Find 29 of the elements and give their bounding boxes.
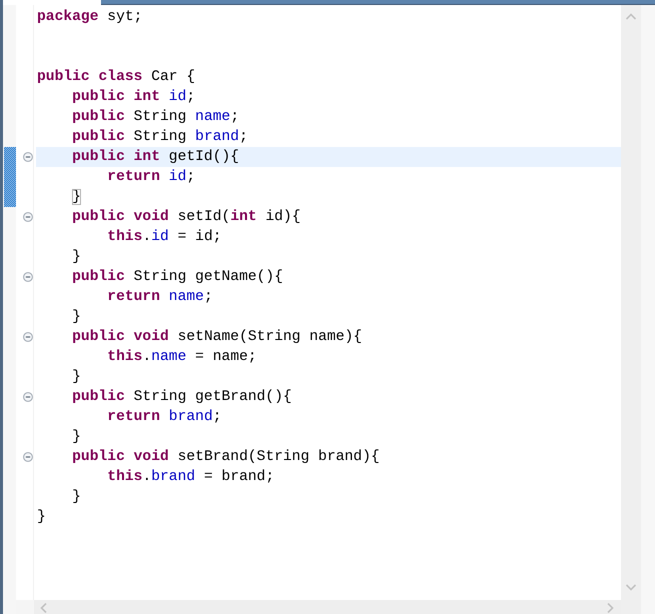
- code-line: public int id;: [72, 88, 196, 107]
- code-line: return name;: [107, 288, 213, 307]
- code-line: public class Car {: [37, 68, 196, 87]
- code-line: public void setName(String name){: [72, 328, 362, 347]
- minus-circle-icon[interactable]: [23, 332, 33, 342]
- code-line: }: [37, 508, 46, 527]
- code-line: }: [72, 488, 81, 507]
- code-line: public int getId(){: [72, 148, 240, 167]
- code-line: }: [72, 248, 81, 267]
- code-line: this.id = id;: [107, 228, 222, 247]
- code-line: this.name = name;: [107, 348, 257, 367]
- code-line: public String name;: [72, 108, 240, 127]
- minus-circle-icon[interactable]: [23, 212, 33, 222]
- code-line: }: [72, 428, 81, 447]
- code-line: public String getBrand(){: [72, 388, 292, 407]
- code-line: public String brand;: [72, 128, 248, 147]
- code-line: this.brand = brand;: [107, 468, 274, 487]
- minus-circle-icon[interactable]: [23, 452, 33, 462]
- code-line: return brand;: [107, 408, 222, 427]
- code-line: }: [72, 308, 81, 327]
- code-line: public void setId(int id){: [72, 208, 301, 227]
- code-line: }: [72, 368, 81, 387]
- minus-circle-icon[interactable]: [23, 392, 33, 402]
- code-line: public void setBrand(String brand){: [72, 448, 380, 467]
- minus-circle-icon[interactable]: [23, 272, 33, 282]
- code-line: return id;: [107, 168, 196, 187]
- code-line: package syt;: [37, 8, 142, 27]
- minus-circle-icon[interactable]: [23, 152, 33, 162]
- code-line: public String getName(){: [72, 268, 284, 287]
